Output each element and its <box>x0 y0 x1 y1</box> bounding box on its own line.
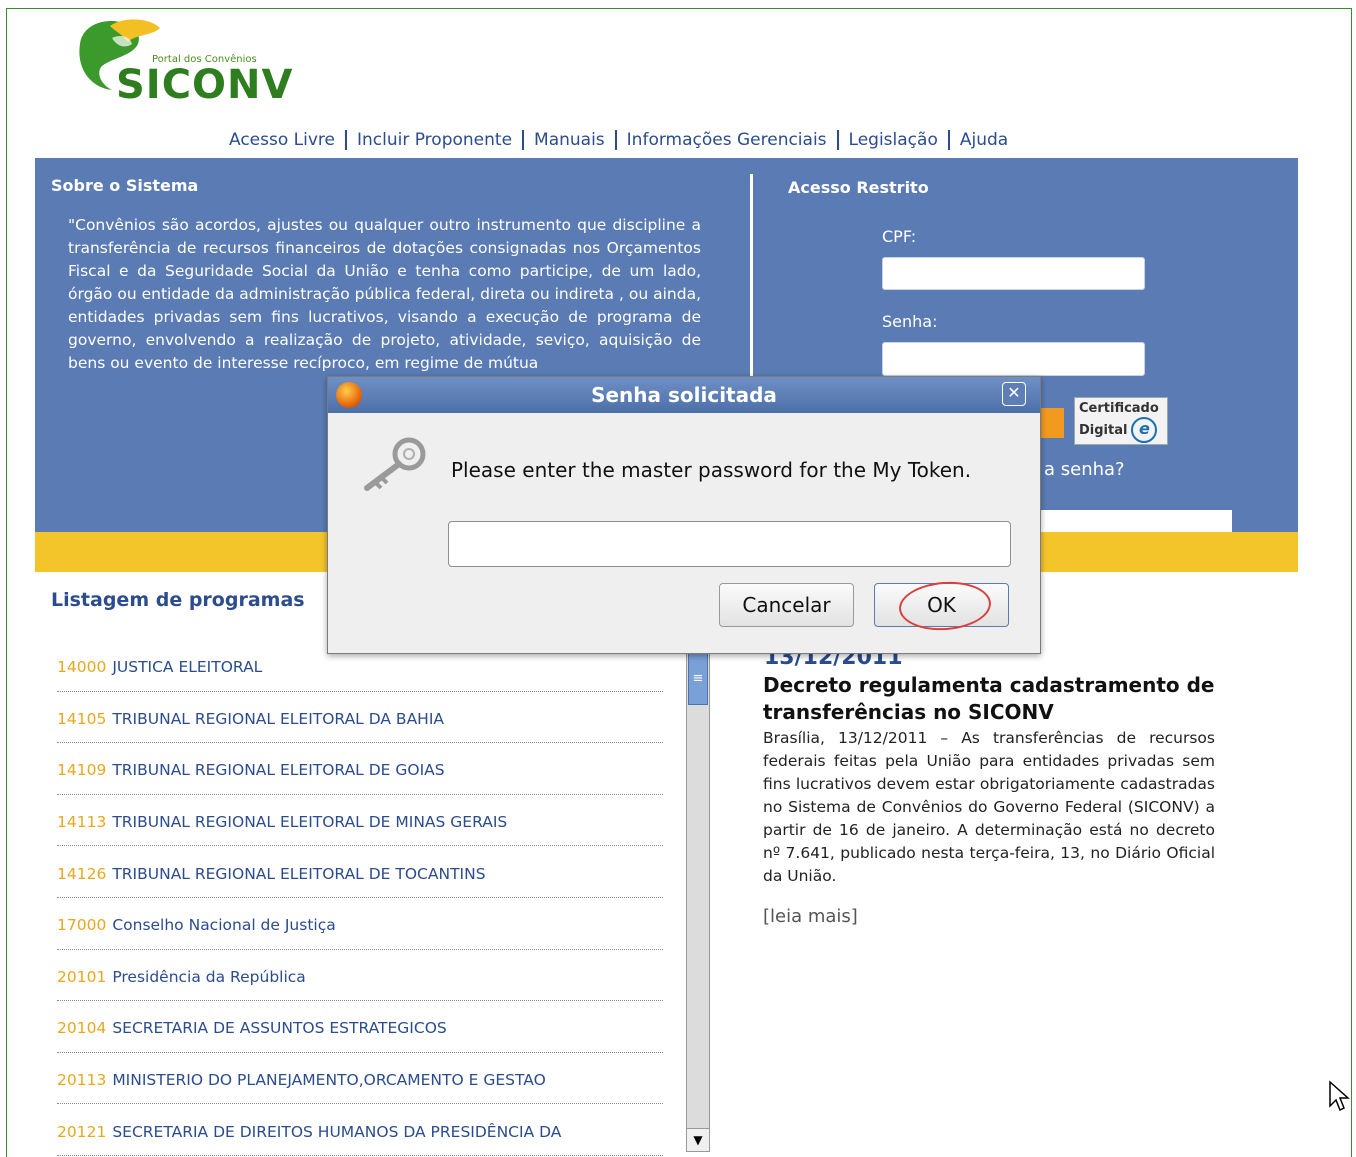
scroll-thumb[interactable]: ≡ <box>688 653 708 705</box>
list-item[interactable]: 14113 TRIBUNAL REGIONAL ELEITORAL DE MINA… <box>57 795 663 847</box>
master-password-input[interactable] <box>448 521 1011 567</box>
dialog-title: Senha solicitada <box>591 383 777 407</box>
listagem-title: Listagem de programas <box>51 589 305 611</box>
program-name: TRIBUNAL REGIONAL ELEITORAL DA BAHIA <box>112 709 444 728</box>
list-scrollbar[interactable]: ≡ ▼ <box>686 652 710 1152</box>
program-code: 20104 <box>57 1019 107 1038</box>
program-name: Presidência da República <box>112 967 306 986</box>
program-name: JUSTICA ELEITORAL <box>112 658 263 677</box>
password-dialog: Senha solicitada ✕ Please enter the mast… <box>327 376 1041 654</box>
senha-input[interactable] <box>882 342 1145 376</box>
nav-legislacao[interactable]: Legislação <box>839 130 950 150</box>
panel-notch <box>1040 510 1232 532</box>
program-name: Conselho Nacional de Justiça <box>112 916 336 935</box>
nav-ajuda[interactable]: Ajuda <box>950 130 1018 150</box>
cancel-button[interactable]: Cancelar <box>719 583 854 627</box>
siconv-logo[interactable]: Portal dos Convênios SICONV <box>72 14 292 108</box>
sobre-text: "Convênios são acordos, ajustes ou qualq… <box>68 216 701 372</box>
key-icon <box>364 437 426 491</box>
mouse-cursor-icon <box>1329 1080 1350 1112</box>
program-name: SECRETARIA DE ASSUNTOS ESTRATEGICOS <box>112 1019 447 1038</box>
news-body: Brasília, 13/12/2011 – As transferências… <box>763 729 1215 885</box>
nav-informacoes-gerenciais[interactable]: Informações Gerenciais <box>617 130 839 150</box>
list-item[interactable]: 20113 MINISTERIO DO PLANEJAMENTO,ORCAMENT… <box>57 1053 663 1105</box>
program-code: 14113 <box>57 813 107 832</box>
program-code: 14000 <box>57 658 107 677</box>
brand-name: SICONV <box>116 62 294 108</box>
nav-acesso-livre[interactable]: Acesso Livre <box>219 130 347 150</box>
list-item[interactable]: 20121 SECRETARIA DE DIREITOS HUMANOS DA P… <box>57 1104 663 1156</box>
chevron-down-icon[interactable]: ▼ <box>687 1128 709 1151</box>
list-item[interactable]: 14109 TRIBUNAL REGIONAL ELEITORAL DE GOIA… <box>57 743 663 795</box>
read-more-link[interactable]: [leia mais] <box>763 906 858 927</box>
cert-line1: Certificado <box>1079 401 1159 416</box>
cpf-input[interactable] <box>882 257 1145 290</box>
cert-line2-wrap: Digital e <box>1079 417 1163 443</box>
program-code: 20101 <box>57 967 107 986</box>
dialog-titlebar[interactable]: Senha solicitada ✕ <box>328 377 1040 413</box>
certificate-e-icon: e <box>1131 417 1158 443</box>
list-item[interactable]: 17000 Conselho Nacional de Justiça <box>57 898 663 950</box>
program-code: 20121 <box>57 1122 107 1141</box>
list-item[interactable]: 20101 Presidência da República <box>57 950 663 1002</box>
senha-label: Senha: <box>882 312 938 331</box>
forgot-password-link[interactable]: a senha? <box>1044 459 1125 480</box>
sobre-title: Sobre o Sistema <box>51 176 199 195</box>
ok-button[interactable]: OK <box>874 583 1009 627</box>
program-code: 14105 <box>57 709 107 728</box>
nav-incluir-proponente[interactable]: Incluir Proponente <box>347 130 525 150</box>
dialog-message: Please enter the master password for the… <box>451 458 972 482</box>
certificado-digital-button[interactable]: Certificado Digital e <box>1074 397 1168 445</box>
program-code: 14126 <box>57 864 107 883</box>
program-name: SECRETARIA DE DIREITOS HUMANOS DA PRESID… <box>112 1122 562 1141</box>
list-item[interactable]: 14126 TRIBUNAL REGIONAL ELEITORAL DE TOCA… <box>57 846 663 898</box>
program-code: 17000 <box>57 916 107 935</box>
program-name: TRIBUNAL REGIONAL ELEITORAL DE GOIAS <box>112 761 445 780</box>
cpf-label: CPF: <box>882 227 917 246</box>
program-code: 20113 <box>57 1071 107 1090</box>
list-item[interactable]: 20104 SECRETARIA DE ASSUNTOS ESTRATEGICOS <box>57 1001 663 1053</box>
acesso-title: Acesso Restrito <box>788 178 929 197</box>
program-code: 14109 <box>57 761 107 780</box>
program-name: TRIBUNAL REGIONAL ELEITORAL DE TOCANTINS <box>112 864 486 883</box>
program-list: 14000 JUSTICA ELEITORAL 14105 TRIBUNAL REG… <box>57 640 663 1156</box>
nav-manuais[interactable]: Manuais <box>524 130 617 150</box>
list-item[interactable]: 14105 TRIBUNAL REGIONAL ELEITORAL DA BAHI… <box>57 692 663 744</box>
program-name: TRIBUNAL REGIONAL ELEITORAL DE MINAS GER… <box>112 813 508 832</box>
close-icon[interactable]: ✕ <box>1002 382 1026 406</box>
cert-line2: Digital <box>1079 423 1128 438</box>
top-navigation: Acesso Livre Incluir Proponente Manuais … <box>219 128 1018 152</box>
program-name: MINISTERIO DO PLANEJAMENTO,ORCAMENTO E G… <box>112 1071 546 1090</box>
news-title[interactable]: Decreto regulamenta cadastramento de tra… <box>763 672 1253 726</box>
